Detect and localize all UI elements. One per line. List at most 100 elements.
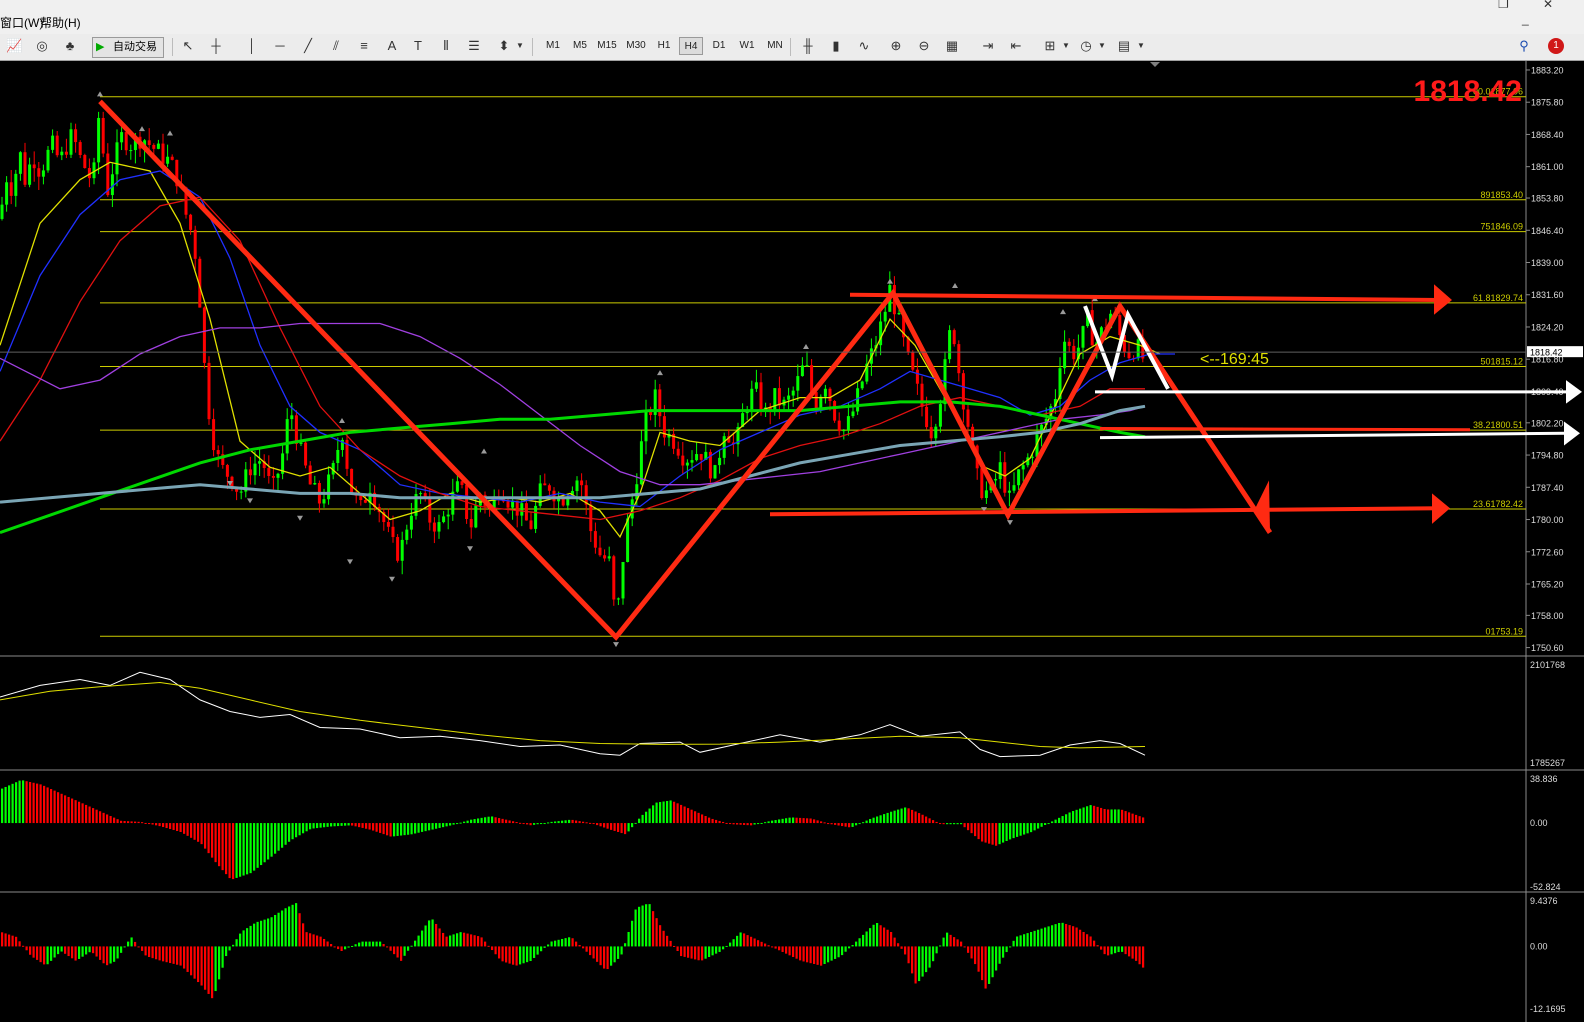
templates-icon[interactable]: ▤ — [1116, 38, 1132, 54]
histogram-bar — [172, 823, 175, 831]
histogram-bar — [785, 818, 788, 824]
histogram-bar — [750, 936, 753, 947]
histogram-bar — [221, 823, 224, 871]
y-tick-label: 1839.00 — [1531, 258, 1564, 268]
crosshair-icon[interactable]: ┼ — [208, 38, 224, 54]
trendline-icon[interactable]: ╱ — [300, 38, 316, 54]
histogram-bar — [498, 818, 501, 824]
bull-candle — [5, 182, 9, 205]
close-window-icon[interactable]: ✕ — [1543, 0, 1553, 11]
histogram-bar — [1131, 946, 1134, 959]
histogram-bar — [158, 823, 161, 827]
minimize-child-icon[interactable]: _ — [1522, 12, 1529, 26]
histogram-bar — [869, 818, 872, 824]
histogram-bar — [116, 819, 119, 824]
restore-window-icon[interactable]: ❐ — [1498, 0, 1509, 11]
toolbar-separator — [532, 38, 533, 56]
chevron-down-icon[interactable]: ▼ — [512, 38, 528, 54]
zoom-in-icon[interactable]: ⊕ — [888, 38, 904, 54]
indicators-icon[interactable]: ⊞ — [1042, 38, 1058, 54]
histogram-bar — [732, 823, 735, 825]
bar-chart-icon[interactable]: ╫ — [800, 38, 816, 54]
chevron-down-icon[interactable]: ▼ — [1133, 38, 1149, 54]
menu-help[interactable]: 帮助(H) — [40, 14, 81, 31]
periods-icon[interactable]: ◷ — [1078, 38, 1094, 54]
line-chart-icon[interactable]: ∿ — [856, 38, 872, 54]
histogram-bar — [687, 808, 690, 824]
fibonacci-icon[interactable]: ≡ — [356, 38, 372, 54]
arrow-icon[interactable]: ⬍ — [496, 38, 512, 54]
zoom-out-icon[interactable]: ⊖ — [916, 38, 932, 54]
timeframe-m30-button[interactable]: M30 — [624, 37, 648, 55]
histogram-bar — [127, 941, 130, 947]
histogram-bar — [64, 946, 67, 954]
bear-candle — [552, 490, 556, 502]
tile-windows-icon[interactable]: ▦ — [944, 38, 960, 54]
y-tick-label: 1794.80 — [1531, 451, 1564, 461]
vertical-line-icon[interactable]: │ — [244, 38, 260, 54]
histogram-bar — [781, 818, 784, 824]
histogram-bar — [701, 946, 704, 961]
histogram-bar — [631, 920, 634, 947]
bear-candle — [363, 500, 367, 503]
bull-candle — [846, 416, 850, 431]
bear-candle — [515, 500, 519, 516]
histogram-bar — [127, 821, 130, 824]
timeframe-m1-button[interactable]: M1 — [541, 37, 565, 55]
auto-trade-button[interactable]: ▶ 自动交易 — [92, 37, 164, 58]
histogram-bar — [46, 787, 49, 824]
notification-icon[interactable]: 1 — [1548, 38, 1564, 54]
histogram-bar — [274, 823, 277, 854]
histogram-bar — [158, 946, 161, 961]
histogram-bar — [463, 932, 466, 947]
chevron-down-icon[interactable]: ▼ — [1094, 38, 1110, 54]
timeframe-m15-button[interactable]: M15 — [595, 37, 619, 55]
histogram-bar — [4, 786, 7, 824]
bear-candle — [161, 143, 165, 164]
histogram-bar — [1114, 809, 1117, 824]
new-chart-icon[interactable]: 📈 — [6, 38, 22, 54]
histogram-bar — [981, 823, 984, 842]
timeframe-h4-button[interactable]: H4 — [679, 37, 703, 55]
timeframe-m5-button[interactable]: M5 — [568, 37, 592, 55]
search-icon[interactable]: ⚲ — [1516, 38, 1532, 54]
histogram-bar — [942, 823, 945, 825]
histogram-bar — [953, 823, 956, 825]
navigator-icon[interactable]: ♣ — [62, 38, 78, 54]
text-icon[interactable]: A — [384, 38, 400, 54]
chart-shift-icon[interactable]: ⇤ — [1008, 38, 1024, 54]
histogram-bar — [1051, 925, 1054, 947]
histogram-bar — [372, 941, 375, 947]
histogram-bar — [592, 946, 595, 959]
text-label-icon[interactable]: T — [410, 38, 426, 54]
channel-icon[interactable]: ⫽ — [328, 38, 344, 54]
histogram-bar — [71, 798, 74, 824]
histogram-bar — [1075, 927, 1078, 947]
menu-window[interactable]: 窗口(W) — [0, 14, 43, 31]
timeframe-w1-button[interactable]: W1 — [735, 37, 759, 55]
gann-icon[interactable]: ⦀ — [438, 38, 454, 54]
histogram-bar — [151, 946, 154, 959]
histogram-bar — [1114, 946, 1117, 954]
cursor-icon[interactable]: ↖ — [180, 38, 196, 54]
histogram-bar — [207, 823, 210, 854]
histogram-bar — [862, 934, 865, 947]
histogram-bar — [78, 801, 81, 824]
chart-area[interactable]: 1883.20 1875.80 1868.40 1861.00 1853.80 1846.… — [0, 61, 1584, 1022]
current-price-tag-label: 1818.42 — [1530, 348, 1563, 358]
autoscroll-icon[interactable]: ⇥ — [980, 38, 996, 54]
timeframe-d1-button[interactable]: D1 — [707, 37, 731, 55]
histogram-bar — [708, 946, 711, 958]
histogram-bar — [662, 801, 665, 824]
candle-chart-icon[interactable]: ▮ — [828, 38, 844, 54]
fib-level-label: 501815.12 — [1480, 357, 1523, 367]
histogram-bar — [22, 945, 25, 947]
horizontal-line-icon[interactable]: ─ — [272, 38, 288, 54]
histogram-bar — [760, 822, 763, 824]
timeframe-h1-button[interactable]: H1 — [652, 37, 676, 55]
chevron-down-icon[interactable]: ▼ — [1058, 38, 1074, 54]
fib-fan-icon[interactable]: ☰ — [466, 38, 482, 54]
timeframe-mn-button[interactable]: MN — [763, 37, 787, 55]
market-watch-icon[interactable]: ◎ — [34, 38, 50, 54]
histogram-bar — [582, 821, 585, 824]
